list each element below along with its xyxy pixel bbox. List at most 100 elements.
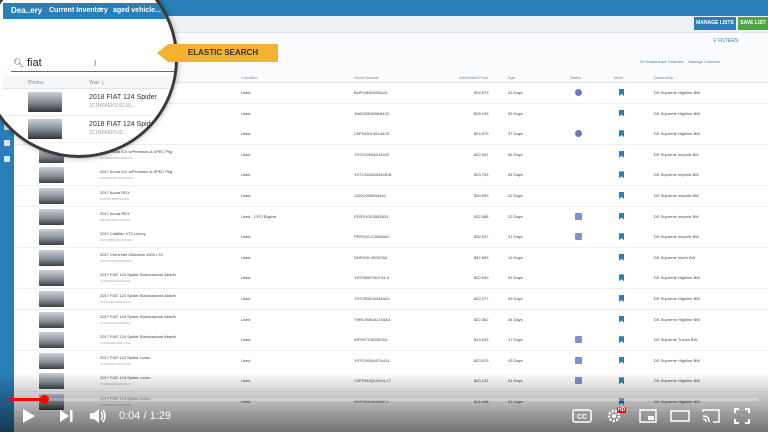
stock-number: C0P0430L0614A23 [354,131,389,137]
column-year-label: Year [89,80,100,86]
vehicle-condition: Used [241,275,251,281]
vehicle-vin: 5J8TB4H58HL004451 [100,197,130,201]
bookmark-icon[interactable] [619,212,624,220]
next-icon[interactable] [60,410,74,422]
fullscreen-icon[interactable] [734,408,750,424]
table-row[interactable]: 2017 Cadillac XT5 Luxury 1GYKNBRS8HZ15039… [14,227,768,249]
table-row[interactable]: 2017 Chevrolet Silverado 1500 LTZ 3GCUKSE… [14,247,768,269]
vehicle-photo [39,229,64,246]
table-row[interactable]: 2017 Acura RDX 5J8TB4H36HL009789 Used - CP… [14,206,768,228]
bookmark-icon[interactable] [619,192,624,199]
bookmark-icon[interactable] [619,253,624,261]
vehicle-condition: Used [241,316,251,322]
table-row[interactable]: 2017 FIAT 124 Spider Elaborazione Abarth… [14,330,768,352]
bookmark-icon[interactable] [619,336,624,344]
manage-columns-link[interactable]: Manage Columns [688,59,719,64]
bookmark-icon[interactable] [619,89,624,96]
column-status[interactable]: Status [570,75,581,80]
table-row[interactable]: 2017 FIAT 124 Spider Elaborazione Abarth… [14,309,768,331]
vehicle-age: 47 Days [508,234,523,240]
svg-text:CC: CC [577,414,587,421]
bookmark-icon[interactable] [619,150,624,158]
captions-icon[interactable]: CC [572,409,592,423]
dealership-name: DS Supreme Imports BW [654,213,699,219]
list-item[interactable]: 2018 FIAT 124 Spider JC1NFAEK5J0130... [3,89,175,116]
status-dot-icon[interactable] [575,89,582,96]
hd-badge: HD [617,407,627,413]
vehicle-title: 2017 FIAT 124 Spider Elaborazione Abarth [100,293,176,298]
vehicle-photo [39,291,64,307]
table-row[interactable]: 2017 Acura ILX w/Premium A-SPEC Pkg 19UDE… [14,165,768,187]
cast-icon[interactable] [702,408,720,424]
column-mark[interactable]: Mark [614,75,623,80]
vehicle-condition: Used - CPO Eligible [241,213,277,219]
dealership-name: DS Supreme Imports BW [654,172,699,178]
column-stock-number[interactable]: Stock Number [354,75,379,80]
bookmark-icon[interactable] [619,233,624,241]
column-condition[interactable]: Condition [241,75,258,80]
dealership-name: DS Supreme Trucks BW [654,337,698,343]
advertised-price: $23,793 [474,172,489,178]
vehicle-photo [39,352,64,369]
advertised-price: $22,530 [474,275,489,281]
dealership-name: DS Supreme Highline BW [654,131,701,137]
manage-lists-button[interactable]: MANAGE LISTS [694,17,736,30]
advertised-price: $23,579 [474,357,489,363]
advertised-price: $22,362 [474,316,489,322]
advertised-price: $28,199 [474,110,489,116]
elastic-search-callout: ELASTIC SEARCH [168,44,278,62]
vehicle-condition: Used [241,357,251,363]
table-row[interactable]: 2017 Acura RDX 5J8TB4H58HL004451 Used 1100C… [14,186,768,207]
progress-fill [10,398,44,401]
table-row[interactable]: 2017 FIAT 124 Spider Lusso JC1NFAEK1H0104… [14,350,768,372]
vehicle-vin: 3GCUKSEJ3HG349815 [100,258,133,263]
table-row[interactable]: 2017 FIAT 124 Spider Elaborazione Abarth… [14,268,768,290]
bookmark-icon[interactable] [619,315,624,323]
column-age[interactable]: Age [508,75,515,80]
dealership-name: DS Supreme Imports BW [654,234,699,240]
vehicle-age: 54 Days [508,172,523,178]
bookmark-icon[interactable] [619,274,624,282]
bookmark-icon[interactable] [619,295,624,302]
column-dealership[interactable]: Dealership [654,75,673,80]
bookmark-icon[interactable] [619,171,624,179]
vehicle-condition: Used [241,172,251,178]
vehicle-vin: JC1NFAEK5J0130... [89,103,135,109]
column-photos: Photos [28,80,44,86]
stock-number: PDRS10C0553A24 [354,213,389,219]
theater-mode-icon[interactable] [670,409,690,423]
vehicle-photo [28,92,62,112]
column-advertised-price[interactable]: Advertised Price [459,75,488,80]
vehicle-photo [39,332,64,349]
status-badge-icon[interactable] [575,356,582,364]
vehicle-photo [39,188,64,204]
status-badge-icon[interactable] [575,212,582,220]
advertised-price: $22,377 [474,296,489,301]
list-item[interactable]: 2018 FIAT 124 Spider Lusso JC1NFAEK5J0..… [3,116,175,143]
vehicle-age: 43 Days [508,90,523,95]
dealerships-selected-link[interactable]: 40 Dealerships Selected [640,59,683,64]
bookmark-icon[interactable] [619,130,624,138]
status-dot-icon[interactable] [575,130,582,138]
progress-bar[interactable] [10,395,758,404]
stock-number: Y9TGB557A0744-4 [354,275,389,281]
vehicle-vin: 19UDE2F81HA0029418 [100,176,133,181]
miniplayer-icon[interactable] [639,409,657,423]
vehicle-photo [39,270,64,287]
volume-icon[interactable] [89,408,107,424]
vehicle-title: 2017 FIAT 124 Spider Elaborazione Abarth [100,313,176,319]
dealership-name: DS Supreme Highline BW [654,316,701,322]
gear-icon[interactable] [4,156,10,162]
filters-toggle[interactable]: ⚲ FILTERS [713,38,738,44]
dealership-name: DS Supreme Highline BW [654,357,701,363]
status-badge-icon[interactable] [575,233,582,241]
bookmark-icon[interactable] [619,109,624,117]
search-input[interactable]: fiat [27,57,42,69]
bookmark-icon[interactable] [619,356,624,364]
search-field[interactable]: 🔍︎ fiat I [11,55,175,72]
play-icon[interactable] [22,408,36,424]
scrubber-handle[interactable] [39,395,49,404]
save-list-button[interactable]: SAVE LIST [738,17,768,30]
table-row[interactable]: 2017 FIAT 124 Spider Elaborazione Abarth… [14,289,768,310]
status-badge-icon[interactable] [575,336,582,344]
